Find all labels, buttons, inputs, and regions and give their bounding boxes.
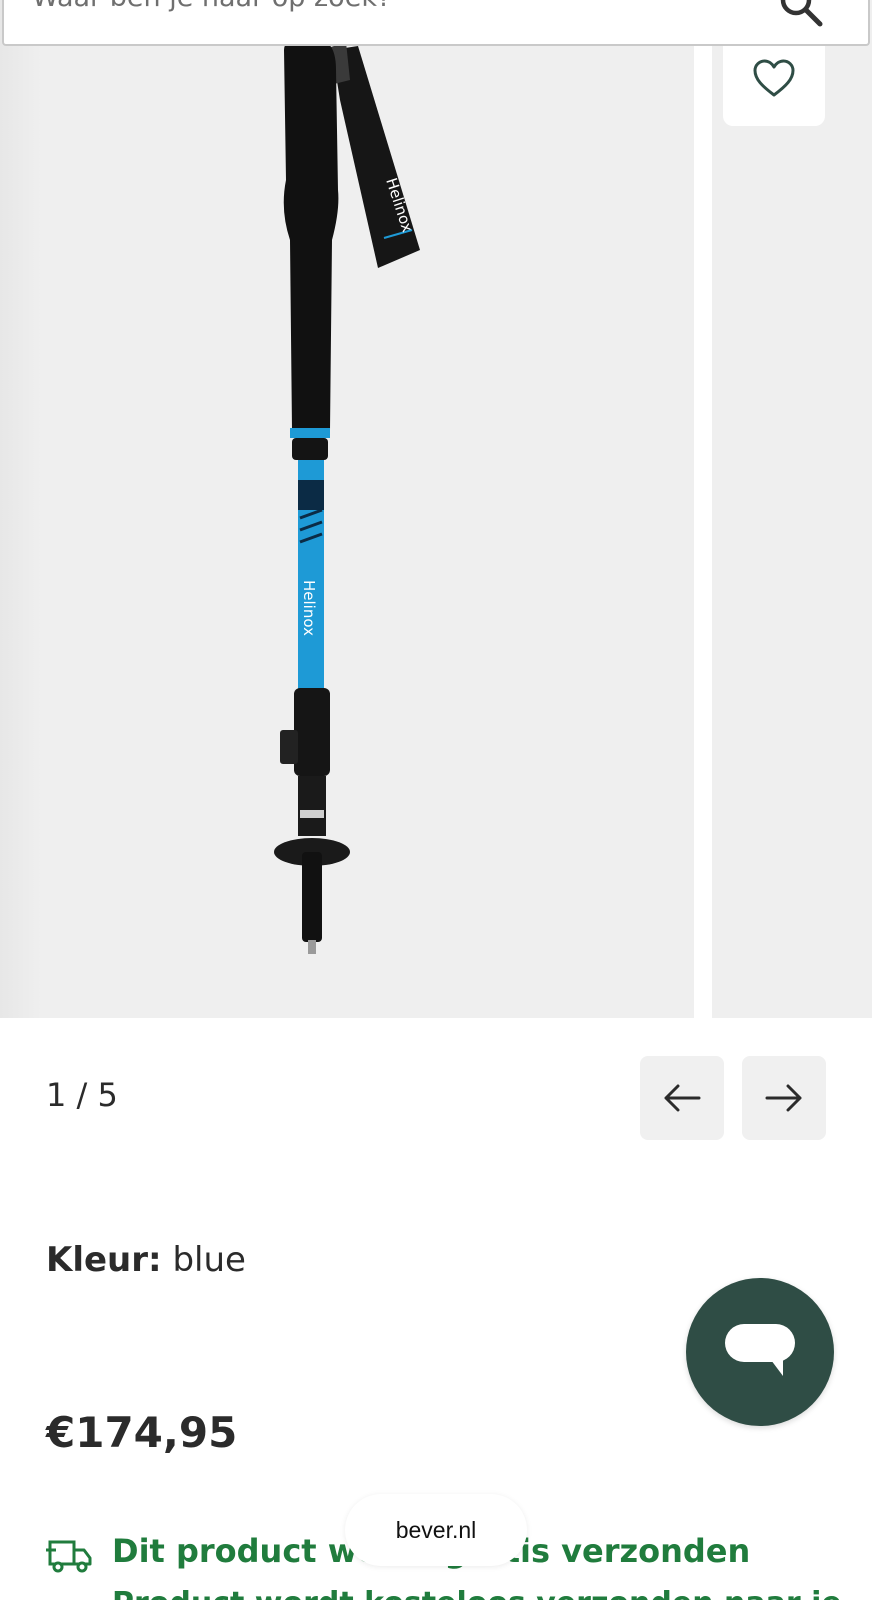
product-price: €174,95	[46, 1408, 238, 1457]
truck-icon	[46, 1540, 92, 1573]
search-placeholder: Waar ben je naar op zoek?	[32, 0, 391, 13]
gallery-prev-button[interactable]	[640, 1056, 724, 1140]
shipping-subtext: Product wordt kosteloos verzonden naar j…	[112, 1586, 842, 1600]
search-icon[interactable]	[778, 0, 826, 30]
browser-url-pill[interactable]: bever.nl	[345, 1494, 527, 1566]
gallery-slide-next[interactable]	[712, 0, 872, 1018]
product-image-gallery[interactable]: Helinox Helinox	[0, 0, 872, 1018]
heart-icon	[753, 59, 795, 97]
color-label: Kleur:	[46, 1240, 162, 1280]
chat-button[interactable]	[686, 1278, 834, 1426]
color-info: Kleur: blue	[46, 1240, 246, 1280]
gallery-next-button[interactable]	[742, 1056, 826, 1140]
arrow-right-icon	[765, 1084, 802, 1112]
gallery-pager: 1 / 5	[46, 1076, 118, 1114]
gallery-slide-current[interactable]: Helinox Helinox	[0, 0, 694, 1018]
color-value: blue	[172, 1240, 246, 1280]
chat-bubble-icon	[725, 1324, 795, 1376]
search-bar[interactable]: Waar ben je naar op zoek?	[2, 0, 870, 46]
arrow-left-icon	[664, 1084, 701, 1112]
svg-text:Helinox: Helinox	[300, 580, 318, 636]
trekking-pole-image: Helinox Helinox	[274, 40, 420, 954]
